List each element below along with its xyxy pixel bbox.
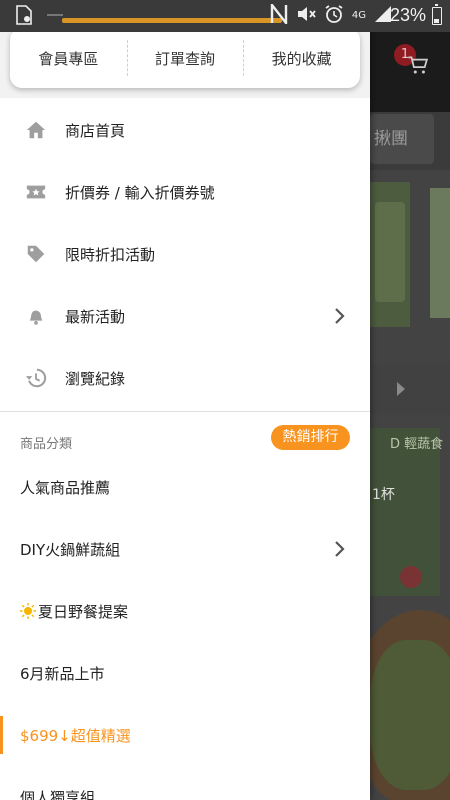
alarm-icon bbox=[324, 4, 344, 28]
category-label: 人氣商品推薦 bbox=[20, 478, 111, 497]
menu-item-label: 最新活動 bbox=[65, 307, 126, 326]
menu-item-label: 商店首頁 bbox=[65, 121, 126, 140]
category-label: $699↓超值精選 bbox=[20, 726, 131, 745]
menu-item-label: 限時折扣活動 bbox=[65, 245, 156, 264]
menu-item-latest-events[interactable]: 最新活動 bbox=[0, 285, 370, 347]
home-icon bbox=[24, 118, 48, 142]
loading-progress-bar bbox=[62, 18, 282, 23]
category-single-serving[interactable]: 個人獨享組 bbox=[0, 766, 370, 800]
status-bar-right: 4G bbox=[270, 1, 392, 28]
category-diy-hotpot[interactable]: DIY火鍋鮮蔬組 bbox=[0, 518, 370, 580]
quick-links-card: 會員專區 訂單查詢 我的收藏 bbox=[10, 28, 360, 88]
category-label: DIY火鍋鮮蔬組 bbox=[20, 540, 121, 559]
member-area-link[interactable]: 會員專區 bbox=[10, 48, 127, 69]
section-divider bbox=[0, 411, 370, 412]
category-label: 個人獨享組 bbox=[20, 788, 96, 800]
category-popular-picks[interactable]: 人氣商品推薦 bbox=[0, 456, 370, 518]
category-header: 商品分類 bbox=[20, 437, 73, 452]
menu-item-browsing-history[interactable]: 瀏覽紀錄 bbox=[0, 347, 370, 409]
bell-icon bbox=[24, 304, 48, 328]
background-product-image[interactable] bbox=[370, 182, 410, 327]
chevron-right-icon bbox=[332, 540, 348, 558]
flower-decoration bbox=[400, 566, 422, 588]
navigation-drawer: 會員專區 訂單查詢 我的收藏 商店首頁 折價券 / 輸入折價券號 限時折扣活動 bbox=[0, 0, 370, 800]
network-type-label: 4G bbox=[351, 10, 366, 21]
menu-item-store-home[interactable]: 商店首頁 bbox=[0, 99, 370, 161]
category-value-picks[interactable]: $699↓超值精選 bbox=[0, 704, 370, 766]
menu-item-label: 瀏覽紀錄 bbox=[65, 369, 126, 388]
category-label-text: 夏日野餐提案 bbox=[38, 602, 129, 621]
history-icon bbox=[24, 366, 48, 390]
background-search-box[interactable]: 揪團 bbox=[370, 114, 434, 164]
menu-item-coupons[interactable]: 折價券 / 輸入折價券號 bbox=[0, 161, 370, 223]
favorites-link[interactable]: 我的收藏 bbox=[243, 39, 360, 76]
cart-icon[interactable] bbox=[405, 52, 431, 78]
category-list: 人氣商品推薦 DIY火鍋鮮蔬組 夏日野餐提案 6月新品上市 $699↓超值精選 … bbox=[0, 456, 370, 800]
battery-icon bbox=[432, 4, 442, 25]
drawer-menu: 商店首頁 折價券 / 輸入折價券號 限時折扣活動 最新活動 瀏覽紀錄 bbox=[0, 99, 370, 409]
play-arrow-icon bbox=[397, 382, 405, 396]
sim-icon bbox=[15, 5, 33, 29]
ticket-icon bbox=[24, 180, 48, 204]
chevron-right-icon bbox=[332, 307, 348, 325]
background-product-image[interactable] bbox=[430, 188, 450, 318]
battery-percent: 23% bbox=[389, 5, 426, 25]
background-promo-text: D 輕蔬食 bbox=[390, 437, 444, 452]
menu-item-label: 折價券 / 輸入折價券號 bbox=[65, 183, 215, 202]
sun-icon bbox=[20, 602, 36, 619]
background-row[interactable] bbox=[370, 365, 450, 415]
background-promo-text: 1杯 bbox=[372, 487, 395, 503]
menu-item-flash-sale[interactable]: 限時折扣活動 bbox=[0, 223, 370, 285]
category-label: 夏日野餐提案 bbox=[20, 601, 128, 622]
mute-icon bbox=[296, 4, 316, 28]
status-bar: 4G 23% bbox=[0, 0, 450, 32]
order-lookup-link[interactable]: 訂單查詢 bbox=[126, 39, 244, 76]
category-summer-picnic[interactable]: 夏日野餐提案 bbox=[0, 580, 370, 642]
status-bar-left bbox=[15, 5, 63, 29]
tag-icon bbox=[24, 242, 48, 266]
notification-n-icon bbox=[270, 1, 288, 28]
hot-ranking-button[interactable]: 熱銷排行 bbox=[271, 425, 350, 450]
menu-lines-icon bbox=[47, 8, 63, 27]
category-label: 6月新品上市 bbox=[20, 664, 105, 683]
category-june-new-arrivals[interactable]: 6月新品上市 bbox=[0, 642, 370, 704]
